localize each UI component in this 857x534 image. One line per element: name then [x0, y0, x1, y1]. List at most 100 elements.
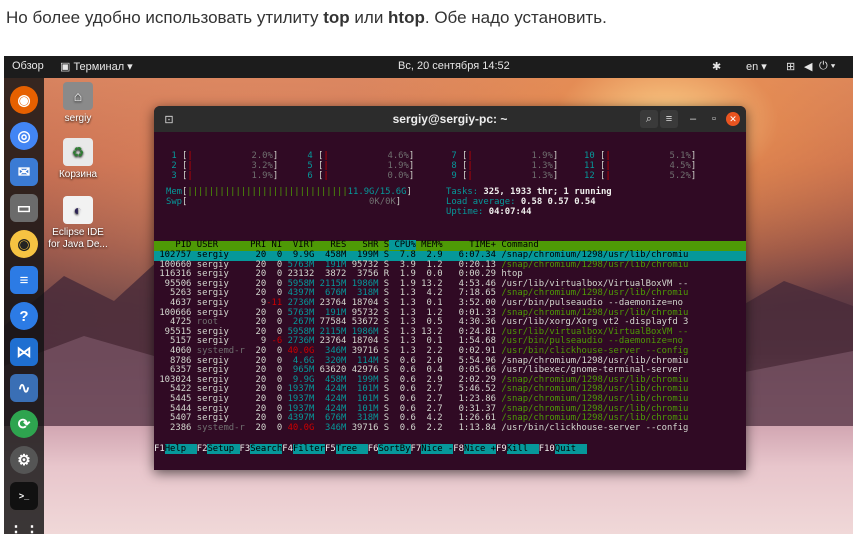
swap-meter: Swp[ 0K/0K]: [166, 197, 402, 207]
search-icon[interactable]: ⌕: [640, 110, 658, 128]
cell-cpu: 0.6: [389, 403, 416, 414]
volume-icon[interactable]: ◀: [804, 60, 812, 73]
meter-gap: [473, 171, 526, 181]
cpu-id: 5: [302, 161, 319, 171]
chromium-icon[interactable]: ◎: [10, 122, 38, 150]
meter-bracket: ]: [272, 171, 279, 181]
cell-pid: 5263: [154, 288, 192, 299]
cell-virt: 1937M: [282, 384, 315, 395]
htop-screen[interactable]: 1 [| 2.0%] 2 [| 3.2%] 3 [| 1.9%] 4 [| 4.…: [154, 132, 746, 470]
desktop-eclipse[interactable]: ◐ Eclipse IDE for Java De...: [48, 196, 108, 251]
column-header-res[interactable]: RES: [314, 240, 346, 250]
column-header-ni[interactable]: NI: [266, 240, 283, 250]
writer-icon[interactable]: ≡: [10, 266, 38, 294]
column-header-command[interactable]: Command: [496, 240, 538, 250]
meter-bracket: ]: [552, 171, 559, 181]
fkey-nice[interactable]: F7Nice -: [411, 444, 454, 454]
activities-button[interactable]: Обзор: [12, 60, 44, 72]
meter-gap: [193, 161, 246, 171]
power-icon[interactable]: ⏻ ▾: [819, 60, 835, 73]
settings-icon[interactable]: ⚙: [10, 446, 38, 474]
minimize-icon[interactable]: –: [684, 110, 702, 128]
cell-shr: 199M: [346, 250, 379, 260]
cell-state: S: [378, 394, 390, 404]
fkey-nice[interactable]: F8Nice +: [453, 444, 496, 454]
terminal-app-menu[interactable]: ▣ Терминал ▾: [60, 60, 133, 73]
cpu-percent: 2.0%: [246, 151, 273, 161]
cell-mem: 2.7: [415, 384, 443, 395]
column-header-pid[interactable]: PID: [154, 240, 191, 250]
column-header-time[interactable]: TIME+: [443, 240, 496, 250]
cell-user: sergiy: [191, 336, 245, 347]
cell-virt: 23132: [282, 269, 315, 280]
process-row[interactable]: 2386 systemd-r 20 0 40.0G 346M 39716 S 0…: [154, 422, 746, 434]
column-header-pri[interactable]: PRI: [245, 240, 266, 250]
fkey-quit[interactable]: F10Quit: [539, 444, 587, 454]
cpu-percent: 4.6%: [382, 151, 409, 161]
cell-user: root: [191, 317, 245, 328]
uptime-line: Uptime: 04:07:44: [446, 207, 532, 217]
cell-shr: 318M: [346, 413, 379, 424]
show-apps-icon[interactable]: ⋮⋮: [8, 518, 40, 534]
cell-virt: 9.9G: [282, 250, 315, 260]
menu-icon[interactable]: ≡: [660, 110, 678, 128]
files-icon[interactable]: ▭: [10, 194, 38, 222]
cell-mem: 0.4: [415, 365, 443, 376]
cell-user: sergiy: [191, 269, 245, 280]
fkey-key: F8: [453, 444, 464, 454]
terminal-dock-icon[interactable]: >_: [10, 482, 38, 510]
software-updater-icon[interactable]: ⟳: [10, 410, 38, 438]
terminal-titlebar[interactable]: ⊡ sergiy@sergiy-pc: ~ ⌕ ≡ – ▫ ✕: [154, 106, 746, 132]
cell-pid: 100660: [154, 259, 192, 270]
rhythmbox-icon[interactable]: ◉: [10, 230, 38, 258]
cpu-percent: 5.2%: [664, 171, 691, 181]
fkey-setup[interactable]: F2Setup: [197, 444, 240, 454]
column-header-virt[interactable]: VIRT: [282, 240, 314, 250]
system-monitor-icon[interactable]: ∿: [10, 374, 38, 402]
column-header-mem[interactable]: MEM%: [416, 240, 442, 250]
firefox-icon[interactable]: ◉: [10, 86, 38, 114]
meter-bracket: ]: [408, 161, 415, 171]
maximize-icon[interactable]: ▫: [705, 110, 723, 128]
caption-text-2: или: [349, 8, 389, 27]
language-selector[interactable]: en ▾: [746, 60, 767, 73]
column-header-state[interactable]: S: [378, 240, 389, 250]
fkey-filter[interactable]: F4Filter: [282, 444, 325, 454]
cell-pid: 95515: [154, 326, 192, 337]
cell-shr: 18704: [346, 298, 379, 308]
fkey-kill[interactable]: F9Kill: [496, 444, 539, 454]
desktop-home-folder[interactable]: ⌂ sergiy: [48, 82, 108, 125]
cell-res: 2115M: [314, 278, 347, 289]
fkey-sortby[interactable]: F6SortBy: [368, 444, 411, 454]
network-icon[interactable]: ⊞: [786, 60, 795, 73]
fkey-label: Setup: [207, 444, 240, 454]
cell-command: /snap/chromium/1298/usr/lib/chromiu: [496, 413, 689, 424]
cell-shr: 199M: [346, 374, 379, 385]
fkey-tree[interactable]: F5Tree: [325, 444, 368, 454]
cell-ni: 0: [266, 374, 283, 385]
cell-shr: 18704: [346, 336, 379, 347]
cell-command: /usr/lib/xorg/Xorg vt2 -displayfd 3: [496, 317, 689, 328]
vscode-icon[interactable]: ⋈: [10, 338, 38, 366]
desktop-trash[interactable]: ♻ Корзина: [48, 138, 108, 181]
cell-state: S: [378, 298, 390, 308]
column-header-shr[interactable]: SHR: [346, 240, 378, 250]
cell-shr: 101M: [346, 403, 379, 414]
fkey-help[interactable]: F1Help: [154, 444, 197, 454]
fkey-label: Kill: [506, 444, 539, 454]
accessibility-icon[interactable]: ✱: [712, 60, 721, 73]
fkey-key: F5: [325, 444, 336, 454]
cell-cpu: 0.6: [389, 422, 416, 433]
cell-user: systemd-r: [191, 422, 245, 433]
cell-user: sergiy: [191, 326, 245, 337]
cell-time: 2:02.29: [442, 374, 496, 385]
column-header-user[interactable]: USER: [191, 240, 244, 250]
fkey-search[interactable]: F3Search: [240, 444, 283, 454]
clock[interactable]: Вс, 20 сентября 14:52: [398, 60, 510, 72]
column-header-cpu[interactable]: CPU%: [389, 240, 416, 250]
help-icon[interactable]: ?: [10, 302, 38, 330]
cell-ni: 0: [266, 278, 283, 289]
thunderbird-icon[interactable]: ✉: [10, 158, 38, 186]
terminal-window[interactable]: ⊡ sergiy@sergiy-pc: ~ ⌕ ≡ – ▫ ✕ 1 [| 2.0…: [154, 106, 746, 470]
close-icon[interactable]: ✕: [726, 112, 740, 126]
